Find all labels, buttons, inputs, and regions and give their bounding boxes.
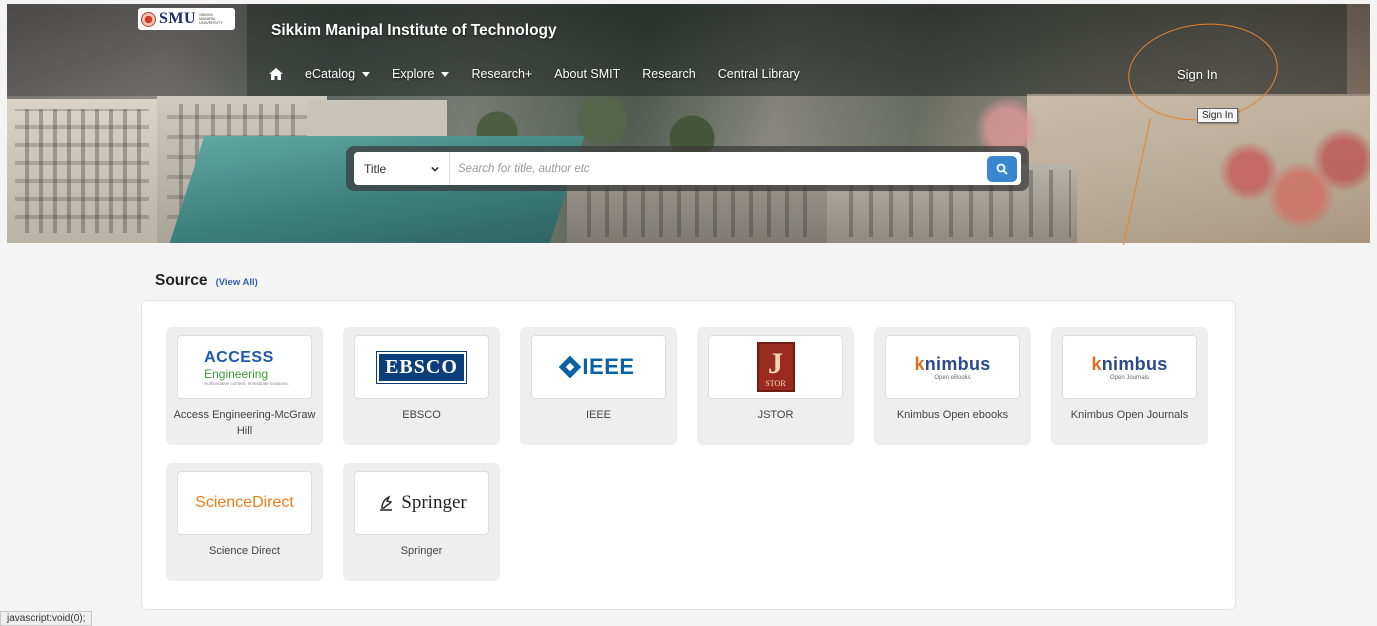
nav-ecatalog-label: eCatalog (305, 67, 356, 81)
knimbus-ebooks-sub: Open eBooks (934, 374, 971, 381)
knimbus-journals-sub: Open Journals (1109, 374, 1150, 381)
source-card-label: Knimbus Open Journals (1070, 409, 1189, 421)
view-all-link[interactable]: (View All) (216, 277, 258, 288)
source-card-ieee[interactable]: IEEE IEEE (520, 327, 677, 445)
source-card-knimbus-journals[interactable]: knimbus Open Journals Knimbus Open Journ… (1051, 327, 1208, 445)
logo-subtext: SIKKIM MANIPAL UNIVERSITY (199, 12, 224, 25)
source-card-label: IEEE (585, 409, 612, 421)
knimbus-k: k (914, 353, 925, 374)
nav-explore-label: Explore (392, 67, 435, 81)
springer-horse-icon (380, 495, 393, 511)
knimbus-k: k (1091, 353, 1102, 374)
knimbus-rest: nimbus (924, 353, 991, 374)
access-engineering-logo: ACCESS Engineering Authoritative content… (177, 335, 312, 399)
access-logo-line1: ACCESS (204, 348, 274, 366)
ieee-logo-text: IEEE (582, 354, 635, 379)
source-card-label: Knimbus Open ebooks (896, 409, 1009, 421)
access-logo-line3: Authoritative content. Immediate solutio… (204, 380, 289, 386)
chevron-down-icon (431, 166, 439, 172)
source-card-label: Access Engineering-McGraw Hill (173, 409, 316, 437)
nav-home[interactable] (269, 68, 283, 80)
search-button[interactable] (987, 155, 1017, 182)
sciencedirect-logo-text: ScienceDirect (195, 494, 294, 511)
source-card-access-engineering[interactable]: ACCESS Engineering Authoritative content… (166, 327, 323, 445)
banner-building (7, 99, 157, 243)
search-field-select[interactable]: Title (354, 152, 450, 185)
smu-logo[interactable]: SMU SIKKIM MANIPAL UNIVERSITY (138, 8, 235, 30)
source-card-springer[interactable]: Springer Springer (343, 463, 500, 581)
springer-logo: Springer (354, 471, 489, 535)
jstor-logo-letter: J (768, 347, 783, 380)
source-card-knimbus-ebooks[interactable]: knimbus Open eBooks Knimbus Open ebooks (874, 327, 1031, 445)
banner-blossom (1197, 124, 1370, 243)
source-card-label: Springer (400, 545, 443, 557)
search-input[interactable] (450, 152, 987, 185)
source-card-label: EBSCO (402, 409, 441, 421)
caret-down-icon (362, 71, 371, 77)
caret-down-icon (441, 71, 450, 77)
ieee-logo: IEEE (531, 335, 666, 399)
site-title: Sikkim Manipal Institute of Technology (271, 22, 557, 39)
sign-in-tooltip: Sign In (1197, 108, 1239, 123)
springer-logo-text: Springer (401, 492, 467, 513)
logo-text: SMU (159, 10, 197, 27)
knimbus-rest: nimbus (1101, 353, 1168, 374)
source-card-label: Science Direct (209, 545, 280, 557)
source-card-science-direct[interactable]: ScienceDirect Science Direct (166, 463, 323, 581)
source-title: Source (155, 272, 208, 289)
ebsco-logo-text: EBSCO (376, 350, 467, 384)
access-logo-line2: Engineering (204, 366, 269, 381)
logo-emblem-icon (141, 11, 156, 27)
knimbus-journals-logo: knimbus Open Journals (1062, 335, 1197, 399)
ieee-diamond-icon (559, 355, 582, 379)
main-menu: eCatalog Explore Research+ About SMIT Re… (269, 67, 822, 81)
nav-central-library[interactable]: Central Library (718, 67, 800, 81)
nav-research-plus[interactable]: Research+ (471, 67, 532, 81)
nav-about-smit[interactable]: About SMIT (554, 67, 620, 81)
ebsco-logo: EBSCO (354, 335, 489, 399)
jstor-logo-text: STOR (765, 379, 786, 388)
source-card-ebsco[interactable]: EBSCO EBSCO (343, 327, 500, 445)
search-field-value: Title (364, 161, 387, 176)
sciencedirect-logo: ScienceDirect (177, 471, 312, 535)
search-icon (996, 163, 1008, 175)
browser-status-bar: javascript:void(0); (0, 611, 93, 626)
source-card-jstor[interactable]: J STOR JSTOR (697, 327, 854, 445)
nav-ecatalog[interactable]: eCatalog (305, 67, 371, 81)
nav-research[interactable]: Research (642, 67, 696, 81)
source-panel: ACCESS Engineering Authoritative content… (141, 300, 1236, 610)
knimbus-ebooks-logo: knimbus Open eBooks (885, 335, 1020, 399)
home-icon (269, 68, 283, 80)
jstor-logo: J STOR (708, 335, 843, 399)
source-heading: Source (View All) (155, 272, 258, 290)
nav-explore[interactable]: Explore (392, 67, 450, 81)
search-container: Title (346, 146, 1029, 191)
source-card-label: JSTOR (757, 409, 794, 421)
search-bar: Title (354, 152, 1021, 185)
